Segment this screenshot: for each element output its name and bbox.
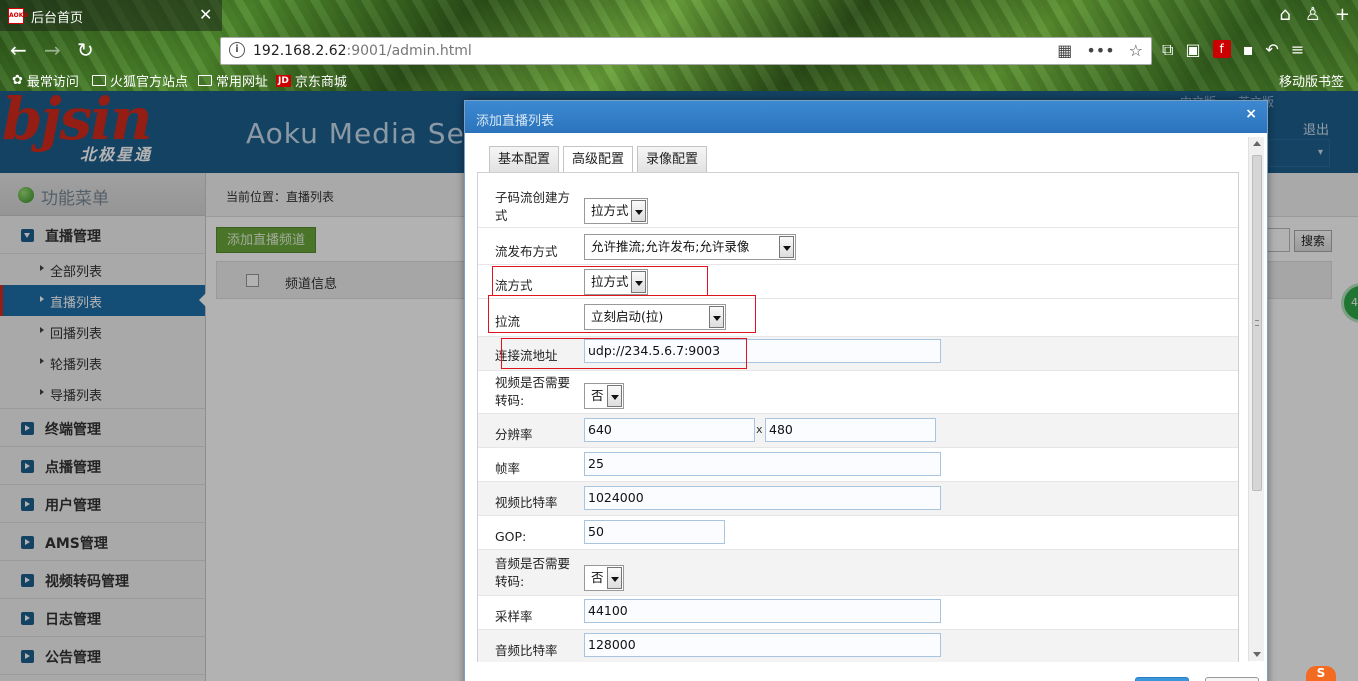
new-tab-icon[interactable]: + [1335, 4, 1350, 25]
tab-close-icon[interactable]: ✕ [199, 5, 212, 24]
bookmark-star-icon[interactable]: ☆ [1129, 41, 1143, 60]
add-live-dialog: 添加直播列表 × 基本配置 高级配置 录像配置 子码流创建方式 拉方式 流发布方… [464, 100, 1268, 681]
dialog-close-icon[interactable]: × [1245, 106, 1257, 122]
user-icon[interactable]: ♙ [1305, 4, 1321, 25]
scroll-thumb[interactable] [1252, 155, 1262, 491]
scroll-up-icon[interactable] [1253, 141, 1261, 146]
confirm-button[interactable] [1135, 677, 1189, 681]
form-row-publish: 流发布方式 允许推流;允许发布;允许录像 [478, 228, 1238, 265]
bookmark-mobile[interactable]: 移动版书签 [1279, 71, 1344, 90]
advanced-config-panel: 子码流创建方式 拉方式 流发布方式 允许推流;允许发布;允许录像 流方式 拉方式… [477, 172, 1239, 662]
form-row-fps: 帧率 25 [478, 448, 1238, 482]
form-row-gop: GOP: 50 [478, 516, 1238, 550]
bookmarks-bar: ✿ 最常访问 火狐官方站点 常用网址 JD 京东商城 移动版书签 [0, 68, 1358, 90]
dialog-title: 添加直播列表 [476, 114, 555, 129]
form-row-video-bitrate: 视频比特率 1024000 [478, 482, 1238, 516]
tab-advanced-config[interactable]: 高级配置 [563, 146, 634, 173]
reader-icon[interactable]: ▣ [1185, 40, 1200, 60]
audio-transcode-select[interactable]: 否 [584, 565, 624, 591]
form-row-sample-rate: 采样率 44100 [478, 596, 1238, 630]
browser-chrome: AOKU 后台首页 ✕ ⌂ ♙ + ← → ↻ i 192.168.2.62:9… [0, 0, 1358, 91]
back-icon[interactable]: ← [10, 38, 27, 62]
bookmark-firefox[interactable]: 火狐官方站点 [92, 71, 188, 90]
tab-title: 后台首页 [31, 11, 84, 26]
chevron-down-icon [779, 236, 794, 258]
substream-select[interactable]: 拉方式 [584, 198, 648, 224]
video-bitrate-input[interactable]: 1024000 [584, 486, 941, 510]
folder-icon [92, 75, 106, 86]
more-icon[interactable]: ••• [1086, 41, 1114, 60]
gop-input[interactable]: 50 [584, 520, 725, 544]
reload-icon[interactable]: ↻ [77, 38, 94, 62]
highlight-conn-url [501, 338, 747, 369]
video-transcode-select[interactable]: 否 [584, 383, 624, 409]
audio-bitrate-input[interactable]: 128000 [584, 633, 941, 657]
screenshot-icon[interactable]: ⧉ [1162, 40, 1173, 60]
dialog-scrollbar[interactable] [1248, 137, 1264, 661]
chevron-down-icon [631, 200, 646, 222]
bookmark-most-visited[interactable]: ✿ 最常访问 [12, 71, 79, 90]
site-info-icon[interactable]: i [229, 42, 245, 58]
url-text[interactable]: 192.168.2.62:9001/admin.html [253, 43, 472, 59]
flash-icon[interactable]: f [1212, 40, 1231, 58]
sample-rate-input[interactable]: 44100 [584, 599, 941, 623]
fps-input[interactable]: 25 [584, 452, 941, 476]
forward-icon[interactable]: → [44, 38, 61, 62]
jd-icon: JD [276, 74, 291, 87]
scroll-down-icon[interactable] [1253, 652, 1261, 657]
form-row-audio-transcode: 音频是否需要转码: 否 [478, 550, 1238, 596]
form-row-substream: 子码流创建方式 拉方式 [478, 173, 1238, 228]
folder-icon [198, 75, 212, 86]
bookmark-jd[interactable]: JD 京东商城 [276, 71, 347, 90]
cancel-button[interactable] [1205, 677, 1259, 681]
extension-icon[interactable]: ▪ [1243, 40, 1254, 60]
ime-icon[interactable]: S [1306, 666, 1336, 681]
highlight-stream-mode [492, 266, 708, 296]
window-controls: ⌂ ♙ + [1279, 4, 1350, 25]
form-row-resolution: 分辨率 640 x 480 [478, 414, 1238, 448]
tab-basic-config[interactable]: 基本配置 [489, 146, 560, 172]
home-icon[interactable]: ⌂ [1279, 4, 1290, 25]
qr-code-icon[interactable]: ▦ [1057, 41, 1072, 60]
tab-record-config[interactable]: 录像配置 [637, 146, 708, 172]
address-bar[interactable]: i 192.168.2.62:9001/admin.html ▦ ••• ☆ [220, 37, 1152, 65]
menu-icon[interactable]: ≡ [1291, 40, 1304, 60]
publish-mode-select[interactable]: 允许推流;允许发布;允许录像 [584, 234, 796, 260]
resolution-width-input[interactable]: 640 [584, 418, 755, 442]
toolbar-icons: ⧉ ▣ f ▪ ↶ ≡ [1162, 40, 1304, 60]
highlight-pull [488, 295, 756, 333]
bookmark-common[interactable]: 常用网址 [198, 71, 268, 90]
resolution-height-input[interactable]: 480 [765, 418, 936, 442]
sync-icon[interactable]: ↶ [1265, 40, 1278, 60]
chevron-down-icon [607, 567, 622, 589]
site-favicon-icon: AOKU [8, 8, 28, 24]
browser-tab[interactable]: AOKU 后台首页 ✕ [0, 0, 222, 31]
form-row-video-transcode: 视频是否需要转码: 否 [478, 371, 1238, 414]
dialog-titlebar: 添加直播列表 × [465, 101, 1267, 133]
chevron-down-icon [607, 385, 622, 407]
form-row-audio-bitrate: 音频比特率 128000 [478, 630, 1238, 662]
dialog-tabs: 基本配置 高级配置 录像配置 [489, 146, 708, 173]
gear-icon: ✿ [12, 73, 23, 88]
